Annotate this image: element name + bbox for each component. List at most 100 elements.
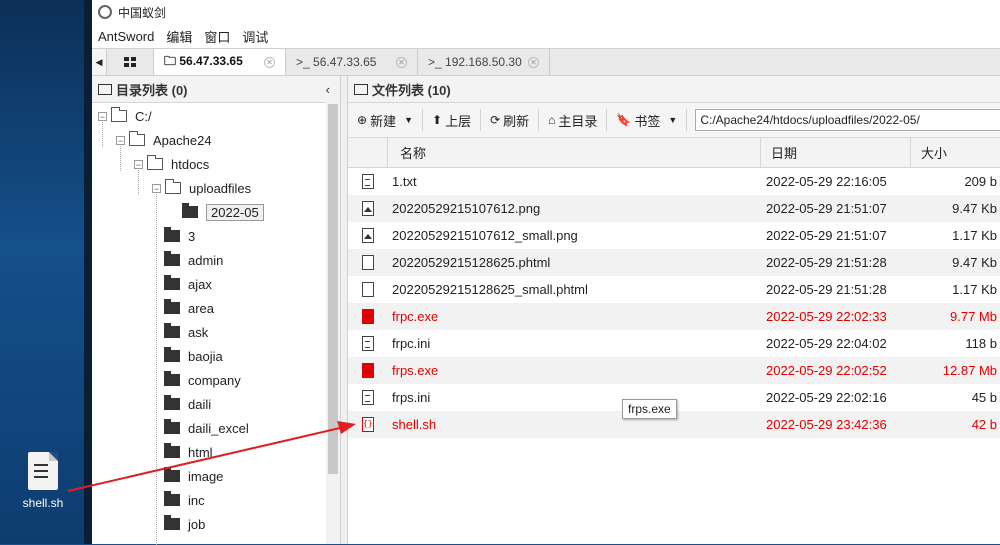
folder-open-icon [165,179,181,194]
tree-node-folder[interactable]: html [164,441,213,463]
path-input[interactable]: C:/Apache24/htdocs/uploadfiles/2022-05/ [695,109,1000,131]
scrollbar-thumb[interactable] [328,104,338,474]
tree-node-folder[interactable]: job [164,513,205,535]
file-name: 20220529215107612_small.png [392,228,578,243]
file-size: 9.47 Kb [952,255,997,270]
menu-debug[interactable]: 调试 [236,27,274,46]
file-panel-header: 文件列表 (10) [348,76,1000,103]
refresh-button[interactable]: ⟳ 刷新 [481,109,540,131]
file-date: 2022-05-29 21:51:07 [766,228,887,243]
collapse-icon[interactable]: − [152,183,161,193]
menu-window[interactable]: 窗口 [198,27,236,46]
tree-node-folder[interactable]: daili_excel [164,417,249,439]
file-row[interactable]: frps.exe 2022-05-29 22:02:52 12.87 Mb [348,357,1000,384]
folder-icon [164,371,180,386]
tree-node-label: daili_excel [188,420,249,436]
file-row[interactable]: 20220529215128625_small.phtml 2022-05-29 … [348,276,1000,303]
tree-node-htdocs[interactable]: − htdocs [134,153,209,175]
tab-terminal-2[interactable]: >_ 192.168.50.30 ✕ [418,49,550,75]
folder-open-icon [129,131,145,146]
exe-file-icon [362,309,374,324]
close-icon[interactable]: ✕ [396,56,407,68]
new-button-label: 新建 [370,113,397,129]
image-file-icon [362,201,374,216]
folder-icon [164,347,180,362]
collapse-icon[interactable]: − [134,159,143,169]
file-size: 1.17 Kb [952,282,997,297]
blank-file-icon [362,255,374,270]
tab-scroll-left-icon[interactable]: ◀ [92,49,107,75]
home-button-label: 主目录 [558,113,598,129]
tab-file-manager[interactable]: 🗀 56.47.33.65 ✕ [154,49,286,75]
tree-node-folder[interactable]: 3 [164,225,195,247]
file-row[interactable]: frpc.exe 2022-05-29 22:02:33 9.77 Mb [348,303,1000,330]
file-date: 2022-05-29 22:02:16 [766,390,887,405]
folder-icon [164,467,180,482]
file-icon-cell [348,228,388,243]
tree-node-folder[interactable]: inc [164,489,205,511]
folder-open-icon [111,107,127,122]
column-size[interactable]: 大小 [911,138,1000,167]
image-file-icon [362,228,374,243]
file-icon-cell [348,417,388,432]
file-name: frps.exe [392,363,439,378]
directory-scrollbar[interactable] [326,102,340,544]
tree-node-uploadfiles[interactable]: − uploadfiles [152,177,251,199]
file-name: 20220529215107612.png [392,201,541,216]
blank-file-icon [362,282,374,297]
terminal-icon: >_ [296,55,310,69]
collapse-icon[interactable]: − [116,135,125,145]
script-file-icon [362,417,374,432]
tab-bar: ◀ 🗀 56.47.33.65 ✕ >_ 56.47.33.65 ✕ >_ 19… [92,48,1000,76]
file-name: 20220529215128625.phtml [392,255,551,270]
antsword-window: 中国蚁剑 AntSword 编辑 窗口 调试 ◀ 🗀 56.47.33.65 ✕… [92,0,1000,545]
text-file-icon [362,336,374,351]
tree-node-folder[interactable]: company [164,369,241,391]
tree-node-root[interactable]: − C:/ [98,105,152,127]
menu-antsword[interactable]: AntSword [92,29,160,44]
collapse-icon[interactable]: − [98,111,107,121]
tree-node-apache24[interactable]: − Apache24 [116,129,212,151]
tab-home[interactable] [107,49,154,75]
file-row[interactable]: 20220529215107612.png 2022-05-29 21:51:07… [348,195,1000,222]
folder-icon [164,419,180,434]
column-name[interactable]: 名称 [388,138,761,167]
file-icon-cell [348,282,388,297]
path-input-value: C:/Apache24/htdocs/uploadfiles/2022-05/ [700,113,920,127]
tree-node-folder[interactable]: image [164,465,223,487]
grid-icon [124,57,136,67]
up-button[interactable]: ⬆ 上层 [423,109,482,131]
close-icon[interactable]: ✕ [528,56,539,68]
desktop-file-shell[interactable]: shell.sh [16,452,70,510]
folder-icon [354,83,368,95]
terminal-icon: >_ [428,55,442,69]
tree-node-folder[interactable]: ajax [164,273,212,295]
file-row[interactable]: 1.txt 2022-05-29 22:16:05 209 b [348,168,1000,195]
close-icon[interactable]: ✕ [264,56,275,68]
desktop-file-label: shell.sh [22,496,64,510]
directory-panel: 目录列表 (0) ‹ − C:/ − Apache24 − htdocs − uploa… [92,76,341,545]
tab-terminal-1[interactable]: >_ 56.47.33.65 ✕ [286,49,418,75]
tree-node-folder[interactable]: ask [164,321,208,343]
tree-node-folder[interactable]: admin [164,249,223,271]
collapse-panel-icon[interactable]: ‹ [326,82,330,97]
new-button[interactable]: ⊕ 新建 ▼ [348,109,423,131]
tree-node-folder[interactable]: daili [164,393,211,415]
file-size: 1.17 Kb [952,228,997,243]
column-date[interactable]: 日期 [761,138,911,167]
file-row[interactable]: frpc.ini 2022-05-29 22:04:02 118 b [348,330,1000,357]
file-row[interactable]: 20220529215128625.phtml 2022-05-29 21:51:… [348,249,1000,276]
menu-edit[interactable]: 编辑 [160,27,198,46]
home-button[interactable]: ⌂ 主目录 [539,109,608,131]
tree-node-folder[interactable]: baojia [164,345,223,367]
file-date: 2022-05-29 22:16:05 [766,174,887,189]
tree-node-2022-05[interactable]: 2022-05 [182,201,264,223]
file-date: 2022-05-29 21:51:28 [766,282,887,297]
file-icon-cell [348,309,388,324]
file-icon-cell [348,201,388,216]
folder-icon [164,275,180,290]
tree-node-folder[interactable]: area [164,297,214,319]
folder-icon: 🗀 [164,53,177,68]
file-row[interactable]: 20220529215107612_small.png 2022-05-29 21… [348,222,1000,249]
bookmark-button[interactable]: 🔖 书签 ▼ [607,109,688,131]
